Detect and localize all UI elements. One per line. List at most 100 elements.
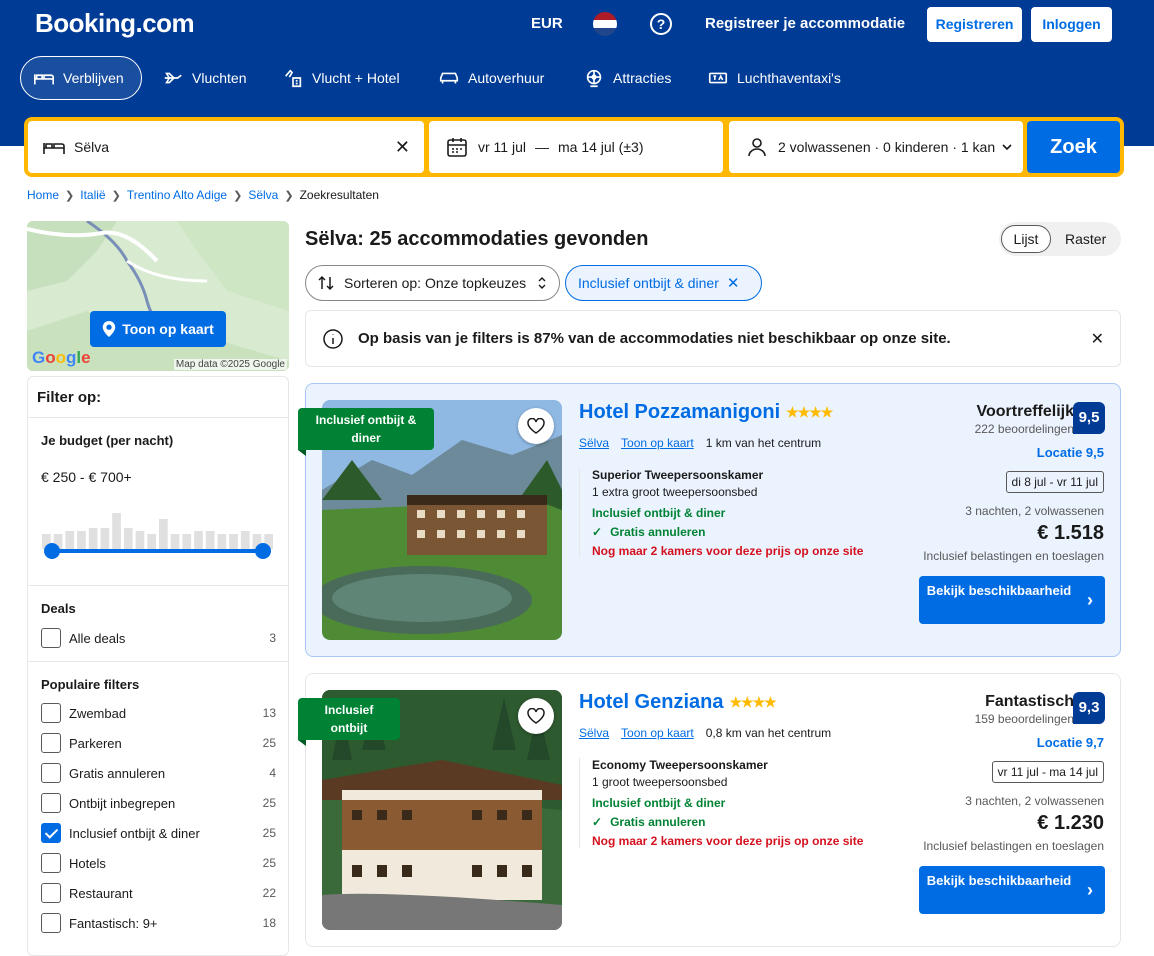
check-availability-button[interactable]: Bekijk beschikbaarheid ›: [919, 576, 1105, 624]
check-availability-button[interactable]: Bekijk beschikbaarheid ›: [919, 866, 1105, 914]
date-field[interactable]: vr 11 jul — ma 14 jul (±3): [429, 121, 723, 173]
budget-slider-min-handle[interactable]: [44, 543, 60, 559]
nav-label: Autoverhuur: [468, 70, 545, 86]
search-button[interactable]: Zoek: [1027, 121, 1120, 173]
nav-car-rental[interactable]: Autoverhuur: [426, 56, 556, 100]
filter-restaurant[interactable]: Restaurant 22: [41, 882, 276, 904]
filter-count: 18: [262, 916, 276, 930]
review-score-badge[interactable]: 9,5: [1073, 402, 1105, 434]
budget-slider-max-handle[interactable]: [255, 543, 271, 559]
divider: [28, 585, 288, 586]
checkbox[interactable]: [41, 733, 61, 753]
favorite-heart-icon[interactable]: [518, 698, 554, 734]
filter-label: Restaurant: [69, 885, 133, 901]
filter-hotels[interactable]: Hotels 25: [41, 852, 276, 874]
checkbox-checked[interactable]: [41, 823, 61, 843]
chevron-right-icon: ›: [1087, 880, 1093, 900]
location-link[interactable]: Sëlva: [579, 726, 609, 740]
budget-histogram-bar: [170, 534, 180, 549]
person-icon: [748, 138, 766, 157]
filter-label: Hotels: [69, 855, 106, 871]
checkbox[interactable]: [41, 913, 61, 933]
calendar-icon: [447, 138, 467, 157]
filter-zwembad[interactable]: Zwembad 13: [41, 702, 276, 724]
register-property-link[interactable]: Registreer je accommodatie: [705, 15, 905, 32]
price: € 1.518: [1037, 522, 1104, 544]
breadcrumb-country[interactable]: Italië: [80, 188, 105, 202]
filter-label: Gratis annuleren: [69, 765, 166, 781]
nav-attractions[interactable]: Attracties: [571, 56, 683, 100]
register-button[interactable]: Registreren: [927, 7, 1022, 42]
destination-field[interactable]: Sëlva ✕: [28, 121, 424, 173]
nav-stays[interactable]: Verblijven: [20, 56, 142, 100]
hotel-name[interactable]: Hotel Pozzamanigoni ★★★★: [579, 401, 833, 424]
review-count: 159 beoordelingen: [974, 712, 1074, 726]
nav-flight-hotel[interactable]: Vlucht + Hotel: [270, 56, 412, 100]
map-preview[interactable]: Toon op kaart Google Map data ©2025 Goog…: [27, 221, 289, 371]
show-on-map-link[interactable]: Toon op kaart: [621, 436, 694, 450]
view-grid-button[interactable]: Raster: [1065, 231, 1106, 247]
breadcrumb-chevron-icon: ❯: [284, 189, 294, 202]
filter-fantastisch[interactable]: Fantastisch: 9+ 18: [41, 912, 276, 934]
nav-airport-taxi[interactable]: Luchthaventaxi's: [695, 56, 853, 100]
hotel-card[interactable]: Inclusief ontbijt & diner Hotel Pozzaman…: [298, 383, 1121, 657]
show-on-map-button[interactable]: Toon op kaart: [90, 311, 226, 347]
show-on-map-link[interactable]: Toon op kaart: [621, 726, 694, 740]
guests-field[interactable]: 2 volwassenen · 0 kinderen · 1 kan: [729, 121, 1023, 173]
filter-alle-deals[interactable]: Alle deals 3: [41, 627, 276, 649]
guests-value: 2 volwassenen · 0 kinderen · 1 kan: [778, 139, 996, 155]
info-icon: [323, 328, 343, 349]
meal-badge: Inclusief ontbijt: [298, 698, 400, 746]
sort-button[interactable]: Sorteren op: Onze topkeuzes: [305, 265, 560, 301]
budget-histogram-bar: [182, 534, 192, 549]
currency-selector[interactable]: EUR: [531, 15, 563, 32]
language-flag-icon[interactable]: [593, 12, 617, 36]
login-button[interactable]: Inloggen: [1031, 7, 1112, 42]
checkbox[interactable]: [41, 853, 61, 873]
filter-gratis-annuleren[interactable]: Gratis annuleren 4: [41, 762, 276, 784]
hotel-card[interactable]: Inclusief ontbijt Hotel Genziana ★★★★ Së…: [298, 673, 1121, 947]
review-score-badge[interactable]: 9,3: [1073, 692, 1105, 724]
nav-flights[interactable]: Vluchten: [150, 56, 258, 100]
scarcity-text: Nog maar 2 kamers voor deze prijs op onz…: [592, 544, 864, 558]
availability-notice: Op basis van je filters is 87% van de ac…: [305, 310, 1121, 367]
hotel-name[interactable]: Hotel Genziana ★★★★: [579, 691, 777, 714]
checkbox[interactable]: [41, 883, 61, 903]
clear-icon[interactable]: ✕: [395, 137, 410, 158]
distance-text: 1 km van het centrum: [705, 436, 822, 450]
checkbox[interactable]: [41, 628, 61, 648]
favorite-heart-icon[interactable]: [518, 408, 554, 444]
star-rating-icon: ★★★★: [729, 694, 776, 710]
free-cancel-info: ✓ Gratis annuleren: [592, 815, 894, 829]
meal-text: Inclusief ontbijt & diner: [592, 506, 726, 520]
location-score: Locatie 9,5: [1036, 445, 1104, 460]
notice-text: Op basis van je filters is 87% van de ac…: [358, 330, 951, 347]
tax-note: Inclusief belastingen en toeslagen: [923, 549, 1104, 563]
budget-histogram: [42, 513, 273, 549]
active-filter-chip[interactable]: Inclusief ontbijt & diner ✕: [565, 265, 762, 301]
checkbox[interactable]: [41, 763, 61, 783]
view-list-button[interactable]: Lijst: [1001, 225, 1051, 253]
breadcrumb-region[interactable]: Trentino Alto Adige: [127, 188, 227, 202]
check-icon: ✓: [592, 525, 603, 539]
filter-count: 25: [262, 856, 276, 870]
breadcrumb-city[interactable]: Sëlva: [248, 188, 278, 202]
checkbox[interactable]: [41, 793, 61, 813]
hotel-name-text: Hotel Genziana: [579, 691, 724, 713]
distance-text: 0,8 km van het centrum: [705, 726, 832, 740]
breadcrumb-chevron-icon: ❯: [111, 189, 121, 202]
help-icon[interactable]: ?: [650, 13, 672, 35]
breadcrumb-home[interactable]: Home: [27, 188, 59, 202]
filter-ontbijt-inbegrepen[interactable]: Ontbijt inbegrepen 25: [41, 792, 276, 814]
location-link[interactable]: Sëlva: [579, 436, 609, 450]
booking-logo[interactable]: Booking.com: [35, 8, 195, 39]
close-icon[interactable]: ✕: [1091, 329, 1104, 349]
checkbox[interactable]: [41, 703, 61, 723]
filter-parkeren[interactable]: Parkeren 25: [41, 732, 276, 754]
hotel-name-text: Hotel Pozzamanigoni: [579, 401, 781, 423]
filter-inclusief-ontbijt-diner[interactable]: Inclusief ontbijt & diner 25: [41, 822, 276, 844]
cta-label: Bekijk beschikbaarheid: [926, 583, 1072, 598]
close-icon[interactable]: ✕: [727, 274, 740, 292]
nav-label: Verblijven: [63, 70, 124, 86]
nav-label: Attracties: [613, 70, 672, 86]
